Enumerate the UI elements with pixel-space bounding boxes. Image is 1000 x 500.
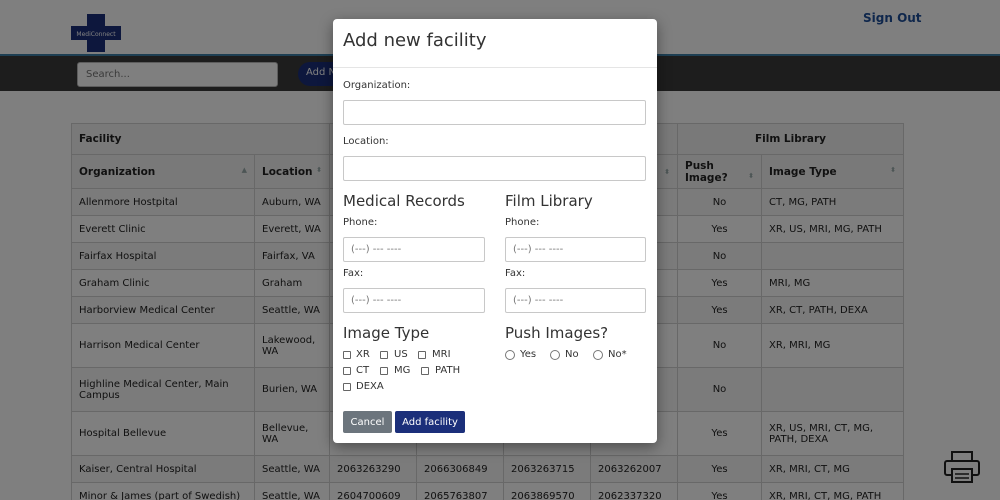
location-input[interactable]	[343, 156, 646, 181]
radio-label-no: No	[565, 349, 579, 360]
push-images-title: Push Images?	[505, 324, 609, 342]
checkbox-dexa[interactable]	[343, 383, 351, 391]
checkbox-label-xr: XR	[356, 349, 370, 360]
checkbox-mg[interactable]	[380, 367, 388, 375]
cancel-button[interactable]: Cancel	[343, 411, 392, 433]
film-fax-label: Fax:	[505, 268, 526, 279]
radio-push-no[interactable]	[550, 350, 560, 360]
film-phone-label: Phone:	[505, 217, 540, 228]
film-phone-input[interactable]	[505, 237, 646, 262]
medical-fax-input[interactable]	[343, 288, 485, 313]
organization-label: Organization:	[343, 80, 411, 91]
checkbox-label-mg: MG	[394, 365, 411, 376]
medical-records-title: Medical Records	[343, 192, 465, 210]
location-label: Location:	[343, 136, 389, 147]
checkbox-label-mri: MRI	[432, 349, 451, 360]
add-facility-submit-button[interactable]: Add facility	[395, 411, 465, 433]
checkbox-label-dexa: DEXA	[356, 381, 384, 392]
checkbox-ct[interactable]	[343, 367, 351, 375]
checkbox-label-ct: CT	[356, 365, 370, 376]
medical-phone-label: Phone:	[343, 217, 378, 228]
medical-phone-input[interactable]	[343, 237, 485, 262]
checkbox-us[interactable]	[380, 351, 388, 359]
radio-label-no-star: No*	[608, 349, 627, 360]
radio-push-no-star[interactable]	[593, 350, 603, 360]
modal-title: Add new facility	[343, 30, 487, 51]
film-library-title: Film Library	[505, 192, 593, 210]
add-facility-modal: Add new facility Organization: Location:…	[333, 19, 657, 443]
film-fax-input[interactable]	[505, 288, 646, 313]
radio-label-yes: Yes	[520, 349, 537, 360]
modal-divider	[333, 67, 657, 68]
checkbox-xr[interactable]	[343, 351, 351, 359]
medical-fax-label: Fax:	[343, 268, 364, 279]
radio-push-yes[interactable]	[505, 350, 515, 360]
checkbox-label-us: US	[394, 349, 408, 360]
checkbox-mri[interactable]	[418, 351, 426, 359]
checkbox-label-path: PATH	[435, 365, 461, 376]
checkbox-path[interactable]	[421, 367, 429, 375]
image-type-title: Image Type	[343, 324, 430, 342]
organization-input[interactable]	[343, 100, 646, 125]
